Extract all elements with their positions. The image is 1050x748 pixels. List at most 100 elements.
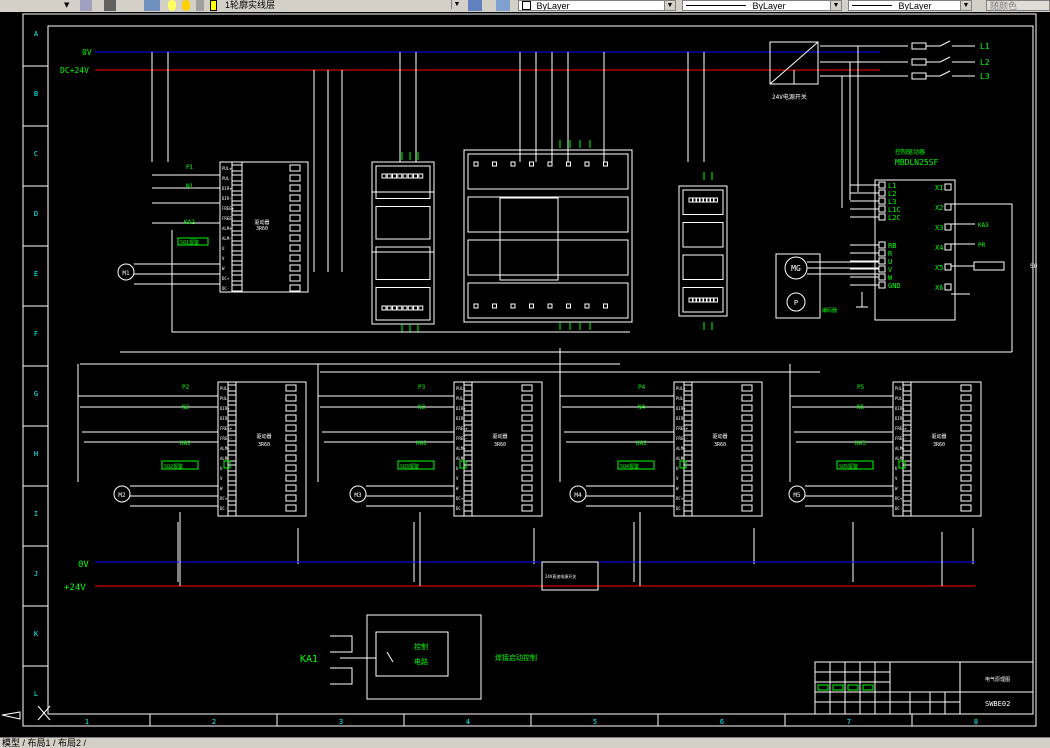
plc-module-3-section bbox=[682, 222, 724, 248]
driver-pin-label: W bbox=[895, 486, 898, 491]
top-driver-ka: KA2 bbox=[184, 219, 195, 226]
fuse bbox=[911, 58, 927, 66]
driver-pin-right bbox=[285, 404, 297, 412]
plotstyle-dropdown[interactable]: 随颜色 bbox=[986, 0, 1050, 11]
layer-state-icon[interactable] bbox=[104, 0, 116, 11]
driver-pin bbox=[231, 274, 243, 282]
color-dropdown[interactable]: ByLayer ▼ bbox=[518, 0, 676, 11]
driver-pin-right bbox=[289, 194, 301, 202]
top-driver-name: 驱动器 bbox=[254, 219, 269, 226]
plc-cpu bbox=[463, 149, 633, 323]
terminal bbox=[418, 305, 424, 311]
motor-mg-label: MG bbox=[791, 264, 801, 273]
row-letter: H bbox=[34, 450, 38, 458]
driver-pin-right bbox=[741, 484, 753, 492]
driver-pin-label: DIR+ bbox=[222, 186, 232, 191]
terminal bbox=[584, 161, 590, 167]
vfd-pin bbox=[878, 281, 886, 289]
driver-pin-right bbox=[741, 434, 753, 442]
driver-pin-label: FREE+ bbox=[220, 426, 233, 431]
driver-pin-label: DC- bbox=[895, 506, 902, 511]
layer-dropdown-arrow[interactable]: ▼ bbox=[64, 0, 74, 11]
driver-pin-label: ALM+ bbox=[222, 226, 232, 231]
row-letter: B bbox=[34, 90, 38, 98]
chevron-down-icon[interactable]: ▼ bbox=[451, 0, 462, 9]
driver-4 bbox=[892, 381, 982, 517]
lineweight-dropdown[interactable]: ByLayer ▼ bbox=[848, 0, 972, 11]
lock-icon[interactable] bbox=[196, 0, 204, 11]
driver-pin-label: DIR- bbox=[895, 416, 905, 421]
driver-pin-right bbox=[285, 394, 297, 402]
plc-cpu-section bbox=[467, 239, 629, 276]
vfd-x5-box bbox=[973, 261, 1005, 271]
vfd-pin-label: V bbox=[888, 266, 893, 274]
terminal bbox=[547, 303, 553, 309]
bottom-psu-label: 24V直流电源开关 bbox=[545, 573, 576, 579]
plc-cpu-section bbox=[467, 282, 629, 319]
driver-name: 驱动器 bbox=[492, 433, 507, 440]
driver-pin-label: W bbox=[220, 486, 223, 491]
drawing-canvas[interactable]: A B C D E F G H I J K L 1 2 3 4 5 6 7 8 0V DC+24V L1 L2 L3 24V电源开… bbox=[0, 12, 1050, 737]
driver-model: 3R60 bbox=[933, 442, 945, 448]
layout-tabs[interactable]: 模型 / 布局1 / 布局2 / bbox=[0, 737, 1050, 748]
driver-pin-right bbox=[285, 384, 297, 392]
plotstyle-value: 随颜色 bbox=[990, 1, 1018, 11]
driver-pin-right bbox=[521, 474, 533, 482]
driver-pin-label: DC+ bbox=[220, 496, 228, 501]
chevron-down-icon[interactable]: ▼ bbox=[960, 1, 971, 10]
driver-3 bbox=[673, 381, 763, 517]
driver-pin-label: FREE+ bbox=[676, 426, 689, 431]
layer-dropdown[interactable]: 1轮廓实线层 ▼ bbox=[222, 0, 462, 11]
driver-pin-label: DC- bbox=[222, 286, 229, 291]
driver-pin-right bbox=[960, 454, 972, 462]
terminal bbox=[566, 161, 571, 167]
vfd-out-pin bbox=[944, 183, 952, 191]
row-letter: L bbox=[34, 690, 38, 698]
driver-pin-right bbox=[289, 244, 301, 252]
driver-pin-label: U bbox=[676, 466, 679, 471]
sun-icon[interactable] bbox=[182, 0, 190, 11]
rail-0v-label: 0V bbox=[82, 48, 92, 57]
driver-pin-label: PUL- bbox=[895, 396, 905, 401]
ka1-label: KA1 bbox=[300, 654, 318, 665]
chevron-down-icon[interactable]: ▼ bbox=[830, 1, 841, 10]
driver-pin-label: PUL+ bbox=[895, 386, 905, 391]
bulb-icon[interactable] bbox=[168, 0, 176, 11]
driver-pin bbox=[683, 494, 693, 502]
driver-pin bbox=[231, 164, 243, 172]
layer-stack-icon[interactable] bbox=[144, 0, 160, 11]
driver-pin-right bbox=[285, 444, 297, 452]
lineweight-value: ByLayer bbox=[898, 1, 932, 11]
driver-pin-right bbox=[960, 394, 972, 402]
driver-pin-label: PUL- bbox=[456, 396, 466, 401]
driver-pin-label: U bbox=[895, 466, 898, 471]
col-number: 5 bbox=[593, 718, 597, 726]
driver-n: N4 bbox=[638, 404, 646, 411]
driver-pin-label: FREE- bbox=[220, 436, 232, 441]
chevron-down-icon[interactable]: ▼ bbox=[664, 1, 675, 10]
driver-name: 驱动器 bbox=[712, 433, 727, 440]
driver-1 bbox=[217, 381, 307, 517]
terminal bbox=[381, 305, 387, 311]
linetype-dropdown[interactable]: ByLayer ▼ bbox=[682, 0, 842, 11]
plc-module-1-section bbox=[375, 165, 431, 199]
vfd-pin bbox=[878, 273, 886, 281]
color-square-icon[interactable] bbox=[210, 0, 217, 11]
ka1-contact bbox=[386, 651, 394, 663]
driver-model: 3R60 bbox=[494, 442, 506, 448]
layer-previous-icon[interactable] bbox=[496, 0, 510, 11]
inner-border bbox=[47, 25, 1034, 715]
vfd-pin-label: GND bbox=[888, 282, 901, 290]
col-number: 4 bbox=[466, 718, 470, 726]
plc-module-3-section bbox=[682, 254, 724, 280]
layer-manager-icon[interactable] bbox=[80, 0, 92, 11]
driver-pin-right bbox=[285, 424, 297, 432]
control-outer bbox=[366, 614, 482, 700]
encoder-label: P bbox=[794, 299, 798, 307]
control-text-1: 控制 bbox=[414, 642, 428, 651]
vfd-side-label: SQ bbox=[1030, 263, 1038, 270]
ucs-arrow-icon bbox=[1, 711, 21, 720]
driver-pin-label: W bbox=[222, 266, 225, 271]
make-current-layer-icon[interactable] bbox=[468, 0, 482, 11]
terminal bbox=[418, 173, 424, 179]
